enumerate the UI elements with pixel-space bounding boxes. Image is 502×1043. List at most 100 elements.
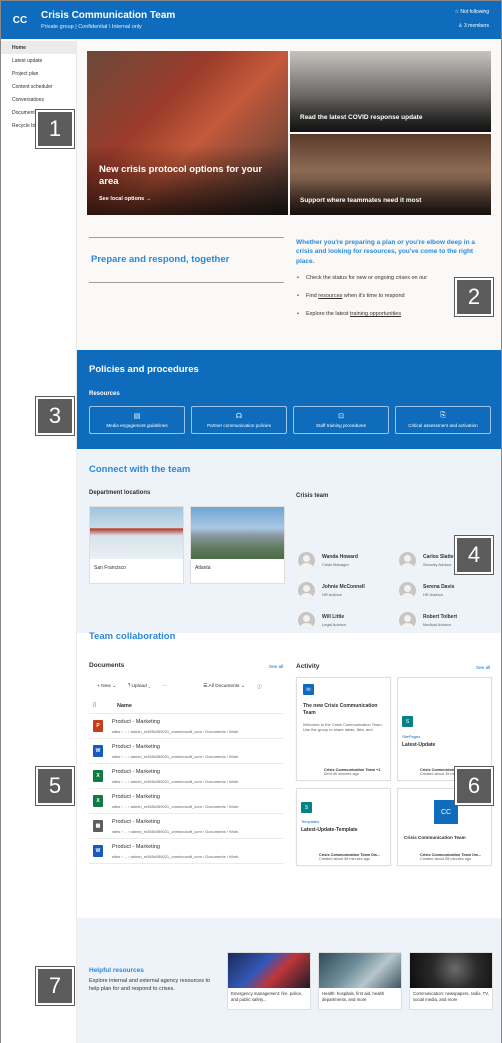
policy-button-label: Media engagement guidelines [106, 423, 168, 428]
resources-link[interactable]: resources [318, 293, 342, 299]
document-row[interactable]: W Product - Marketing sites › ... › admi… [89, 840, 284, 864]
resource-card-health[interactable]: Health: hospitals, first aid, health dep… [318, 952, 402, 1010]
connect-section: Connect with the team Department locatio… [77, 449, 501, 633]
word-icon: W [93, 845, 103, 857]
activity-card-title: Latest-Update-Template [301, 827, 358, 833]
department-locations-title: Department locations [89, 490, 151, 496]
activity-card-title: Crisis Communication Team [404, 835, 466, 840]
police-image [228, 953, 310, 988]
word-icon: W [93, 745, 103, 757]
person-card[interactable]: Wanda Howard Crisis Manager [298, 552, 398, 574]
document-row[interactable]: X Product - Marketing sites › ... › admi… [89, 790, 284, 814]
follow-button[interactable]: ☆ Not following [455, 9, 490, 15]
clipboard-icon: ⎘ [440, 412, 446, 419]
resource-card-text: Health: hospitals, first aid, health dep… [322, 991, 385, 1002]
upload-button[interactable]: ⤒ Upload ⌄ [128, 683, 150, 689]
nav-item-content-scheduler[interactable]: Content scheduler [1, 80, 76, 93]
activity-time: Created about 58 minutes ago [420, 857, 472, 861]
activity-card-title: The new Crisis Communication Team [303, 703, 378, 716]
image-file-icon: ▦ [93, 820, 103, 832]
site-logo[interactable]: CC [9, 9, 31, 31]
info-icon[interactable]: ⓘ [257, 683, 262, 690]
new-button[interactable]: + New ⌄ [97, 684, 116, 689]
policy-button-training[interactable]: ⊡ Staff training procedures [293, 406, 389, 434]
left-navigation: Home Latest update Project plan Content … [1, 39, 77, 1043]
policy-button-label: Staff training procedures [316, 423, 366, 428]
hero-tile-covid[interactable]: Read the latest COVID response update [290, 51, 491, 132]
documents-header-row: ▯ Name [89, 700, 284, 714]
outlook-icon: ✉ [303, 684, 314, 695]
person-card[interactable]: Robert Tolbert Medical Advisor [399, 612, 499, 634]
callout-marker-3: 3 [36, 397, 74, 435]
person-name: Will Little [322, 614, 345, 620]
person-name: Carlos Slattery [423, 554, 459, 560]
atlanta-image [191, 507, 284, 559]
helpful-resources-text: Explore internal and external agency res… [89, 978, 211, 992]
nav-item-latest-update[interactable]: Latest update [1, 54, 76, 67]
name-column-header[interactable]: Name [117, 703, 132, 709]
person-name: Johnie McConnell [322, 584, 365, 590]
person-card[interactable]: Will Little Legal Advisor [298, 612, 398, 634]
site-title[interactable]: Crisis Communication Team [41, 10, 175, 21]
callout-marker-2: 2 [455, 278, 493, 316]
resource-card-communication[interactable]: Communication: newspapers, radio, TV, so… [409, 952, 493, 1010]
nav-item-home[interactable]: Home [1, 41, 76, 54]
location-card-atlanta[interactable]: Atlanta [190, 506, 285, 584]
document-row[interactable]: P Product - Marketing sites › ... › admi… [89, 715, 284, 739]
hero-tile-support[interactable]: Support where teammates need it most [290, 134, 491, 215]
training-link[interactable]: training opportunities [350, 311, 401, 317]
person-card[interactable]: Serena Davis HR Advisor [399, 582, 499, 604]
hero-main-caption: New crisis protocol options for your are… [99, 164, 263, 187]
activity-card-description: Welcome to the Crisis Communication Team… [303, 722, 383, 733]
person-role: Legal Advisor [322, 622, 347, 627]
avatar [399, 582, 416, 599]
resource-card-text: Communication: newspapers, radio, TV, so… [413, 991, 489, 1002]
activity-see-all-link[interactable]: See all [476, 665, 490, 670]
helpful-resources-title: Helpful resources [89, 967, 144, 974]
nav-item-project-plan[interactable]: Project plan [1, 67, 76, 80]
document-row[interactable]: ▦ Product - Marketing sites › ... › admi… [89, 815, 284, 839]
person-role: Crisis Manager [322, 562, 349, 567]
person-card[interactable]: Johnie McConnell HR Advisor [298, 582, 398, 604]
document-name: Product - Marketing [112, 719, 160, 725]
documents-see-all-link[interactable]: See all [269, 664, 283, 669]
policy-button-critical[interactable]: ⎘ Critical assessment and activation [395, 406, 491, 434]
activity-card-meta: Crisis Communication Team +1 Sent 46 minu… [324, 768, 380, 776]
activity-card[interactable]: ✉ The new Crisis Communication Team Welc… [296, 677, 391, 781]
resource-card-emergency[interactable]: Emergency management: fire, police, and … [227, 952, 311, 1010]
view-selector[interactable]: ☰ All Documents ⌄ [203, 684, 245, 689]
policy-button-media[interactable]: ▤ Media engagement guidelines [89, 406, 185, 434]
activity-card[interactable]: S SitePages Latest-Update Crisis Communi… [397, 677, 492, 781]
collaboration-title: Team collaboration [89, 631, 176, 642]
document-row[interactable]: W Product - Marketing sites › ... › admi… [89, 740, 284, 764]
location-card-san-francisco[interactable]: San Francisco [89, 506, 184, 584]
san-francisco-image [90, 507, 183, 559]
hero-main-link[interactable]: See local options → [99, 196, 151, 202]
powerpoint-icon: P [93, 720, 103, 732]
policies-title: Policies and procedures [89, 364, 199, 375]
document-path: sites › ... › admin_m365x059021_onmicros… [112, 754, 239, 759]
activity-card-title: Latest-Update [402, 742, 436, 748]
nav-item-conversations[interactable]: Conversations [1, 93, 76, 106]
document-path: sites › ... › admin_m365x059021_onmicros… [112, 829, 239, 834]
person-name: Serena Davis [423, 584, 455, 590]
person-name: Robert Tolbert [423, 614, 458, 620]
prepare-title: Prepare and respond, together [91, 254, 230, 265]
activity-card[interactable]: S Templates Latest-Update-Template Crisi… [296, 788, 391, 866]
more-button[interactable]: ··· [162, 684, 167, 689]
activity-time: Sent 46 minutes ago [324, 772, 359, 776]
document-row[interactable]: X Product - Marketing sites › ... › admi… [89, 765, 284, 789]
person-name: Wanda Howard [322, 554, 358, 560]
document-name: Product - Marketing [112, 744, 160, 750]
health-image [319, 953, 401, 988]
members-button[interactable]: ♙ 3 members [458, 23, 489, 29]
location-name: Atlanta [195, 565, 211, 571]
policy-button-partner[interactable]: ☊ Partner communication policies [191, 406, 287, 434]
sharepoint-icon: S [402, 716, 413, 727]
document-name: Product - Marketing [112, 769, 160, 775]
prepare-heading-block: Prepare and respond, together [89, 237, 284, 283]
sharepoint-icon: S [301, 802, 312, 813]
hero-main-tile[interactable]: New crisis protocol options for your are… [87, 51, 288, 215]
avatar [399, 552, 416, 569]
document-name: Product - Marketing [112, 819, 160, 825]
